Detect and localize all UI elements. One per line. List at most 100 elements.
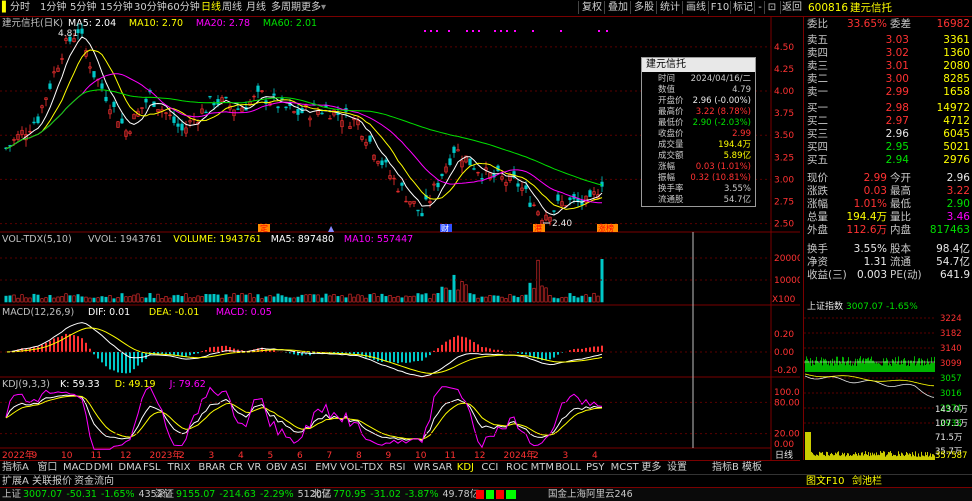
indicator-tab[interactable]: 指标A bbox=[2, 461, 29, 474]
volume-bar bbox=[133, 295, 135, 302]
mini-volume-bar bbox=[868, 452, 869, 460]
bid-row[interactable]: 买五 2.94 2976 bbox=[804, 154, 972, 167]
indicator-tab[interactable]: 设置 bbox=[667, 461, 687, 474]
period-tab-weekly[interactable]: 周线 bbox=[222, 1, 242, 15]
volume-bar bbox=[585, 295, 587, 302]
indicator-tab[interactable]: SAR bbox=[432, 461, 452, 474]
index-mini-chart[interactable]: 32243182314030993057301629742933 143.0万1… bbox=[804, 314, 972, 460]
volume-bar bbox=[33, 294, 35, 302]
volume-bar bbox=[273, 297, 275, 302]
indicator-tab[interactable]: CCI bbox=[481, 461, 498, 474]
period-tab-multi[interactable]: 多周期 bbox=[271, 1, 301, 15]
period-tab-15min[interactable]: 15分钟 bbox=[100, 1, 133, 15]
indicator-tab[interactable]: RSI bbox=[389, 461, 405, 474]
marker-gang[interactable]: 港 bbox=[534, 223, 542, 233]
bid-row[interactable]: 买二 2.97 4712 bbox=[804, 115, 972, 128]
mini-breadth-bar bbox=[909, 366, 910, 372]
index-status[interactable]: 深证 9155.07 -214.63 -2.29% 5120亿 bbox=[155, 488, 331, 501]
mini-volume-bar bbox=[863, 456, 864, 460]
indicator-tab[interactable]: CR bbox=[229, 461, 243, 474]
ask-row[interactable]: 卖四 3.02 1360 bbox=[804, 47, 972, 60]
period-tab-more[interactable]: 更多 bbox=[301, 1, 321, 15]
period-tab-30min[interactable]: 30分钟 bbox=[134, 1, 167, 15]
indicator-tab[interactable]: MTM bbox=[531, 461, 554, 474]
ask-row[interactable]: 卖三 3.01 2080 bbox=[804, 60, 972, 73]
indicator-tab-right[interactable]: 指标B bbox=[712, 461, 739, 474]
index-header[interactable]: 上证指数 3007.07 -1.65% bbox=[804, 301, 972, 314]
mini-volume-tick: 71.5万 bbox=[935, 433, 962, 443]
mini-volume-tick: 143.0万 bbox=[935, 405, 968, 415]
period-tab-60min[interactable]: 60分钟 bbox=[167, 1, 200, 15]
biaoji-button[interactable]: 标记 bbox=[730, 1, 755, 14]
mini-volume-bar bbox=[923, 456, 924, 460]
fuquan-button[interactable]: 复权 bbox=[578, 1, 605, 14]
indicator-tab[interactable]: BRAR bbox=[198, 461, 225, 474]
ask-row[interactable]: 卖一 2.99 1658 bbox=[804, 86, 972, 99]
indicator-tab[interactable]: VOL-TDX bbox=[340, 461, 383, 474]
indicator-tab[interactable]: MACD bbox=[63, 461, 93, 474]
indicator-tab[interactable]: 窗口 bbox=[37, 461, 57, 474]
period-tab-fenshi[interactable]: 分时 bbox=[10, 1, 30, 15]
mini-volume-bar bbox=[918, 453, 919, 460]
more-arrow-icon[interactable]: ▾ bbox=[321, 1, 326, 15]
volume-bar bbox=[281, 296, 283, 302]
index-status[interactable]: 上证 3007.07 -50.31 -1.65% 4352亿 bbox=[2, 488, 172, 501]
indicator-tab[interactable]: 更多 bbox=[641, 461, 661, 474]
mini-breadth-bar bbox=[847, 361, 848, 372]
index-status[interactable]: 北证 770.95 -31.02 -3.87% 49.78亿 bbox=[312, 488, 479, 501]
mini-volume-bar bbox=[881, 453, 882, 460]
mini-breadth-bar bbox=[845, 365, 846, 372]
indicator-tab[interactable]: OBV bbox=[266, 461, 287, 474]
mini-breadth-bar bbox=[833, 366, 834, 372]
mini-breadth-bar bbox=[818, 362, 819, 372]
volume-bar bbox=[345, 298, 347, 302]
diejia-button[interactable]: 叠加 bbox=[604, 1, 631, 14]
period-tab-1min[interactable]: 1分钟 bbox=[40, 1, 66, 15]
bid-row[interactable]: 买四 2.95 5021 bbox=[804, 141, 972, 154]
tongji-button[interactable]: 统计 bbox=[656, 1, 683, 14]
mini-volume-bar bbox=[894, 455, 895, 460]
indicator-tab-right[interactable]: 模板 bbox=[742, 461, 762, 474]
duogu-button[interactable]: 多股 bbox=[630, 1, 657, 14]
indicator-tab[interactable]: VR bbox=[248, 461, 262, 474]
bid-row[interactable]: 买三 2.96 6045 bbox=[804, 128, 972, 141]
indicator-tab[interactable]: WR bbox=[414, 461, 431, 474]
indicator-tab[interactable]: PSY bbox=[586, 461, 605, 474]
ask-row[interactable]: 卖五 3.03 3361 bbox=[804, 34, 972, 47]
period-tab-daily[interactable]: 日线 bbox=[201, 1, 221, 15]
marker-zhangbang[interactable]: 涨榜 bbox=[598, 223, 614, 233]
period-tab-5min[interactable]: 5分钟 bbox=[70, 1, 96, 15]
indicator-tab[interactable]: TRIX bbox=[168, 461, 191, 474]
marker-cai[interactable]: 财 bbox=[441, 223, 449, 233]
indicator-tab[interactable]: FSL bbox=[143, 461, 161, 474]
f10-button[interactable]: F10 bbox=[708, 1, 731, 14]
mini-breadth-bar bbox=[872, 361, 873, 372]
bid-row[interactable]: 买一 2.98 14972 bbox=[804, 102, 972, 115]
mini-volume-bar bbox=[901, 453, 902, 460]
indicator-tab[interactable]: DMA bbox=[118, 461, 141, 474]
indicator-tab[interactable]: BOLL bbox=[555, 461, 581, 474]
ask-row[interactable]: 卖二 3.00 8285 bbox=[804, 73, 972, 86]
indicator-tab[interactable]: KDJ bbox=[457, 461, 474, 474]
indicator-tab[interactable]: DMI bbox=[94, 461, 113, 474]
maximize-icon[interactable]: ⊡ bbox=[764, 1, 779, 14]
indicator-tab[interactable]: MCST bbox=[611, 461, 639, 474]
candle-body bbox=[257, 86, 260, 92]
marker-ding[interactable]: 定 bbox=[260, 223, 268, 233]
volume-bar bbox=[261, 299, 263, 302]
marker-up-icon[interactable]: ▲ bbox=[328, 224, 335, 233]
indicator-tab[interactable]: ASI bbox=[291, 461, 307, 474]
period-tab-monthly[interactable]: 月线 bbox=[246, 1, 266, 15]
ask-price: 3.01 bbox=[886, 60, 909, 73]
mini-breadth-bar bbox=[867, 358, 868, 372]
indicator-tab[interactable]: ROC bbox=[506, 461, 528, 474]
menu-icon[interactable]: ▌ bbox=[2, 1, 10, 15]
indicator-tab[interactable]: EMV bbox=[315, 461, 337, 474]
mini-breadth-bar bbox=[877, 364, 878, 372]
volume-bar bbox=[289, 298, 291, 302]
huaxian-button[interactable]: 画线 bbox=[682, 1, 709, 14]
stat-value: 3.55% bbox=[854, 243, 887, 256]
mini-volume-bar bbox=[835, 453, 836, 460]
candle-body bbox=[93, 71, 96, 77]
back-button[interactable]: 返回 bbox=[780, 1, 803, 14]
